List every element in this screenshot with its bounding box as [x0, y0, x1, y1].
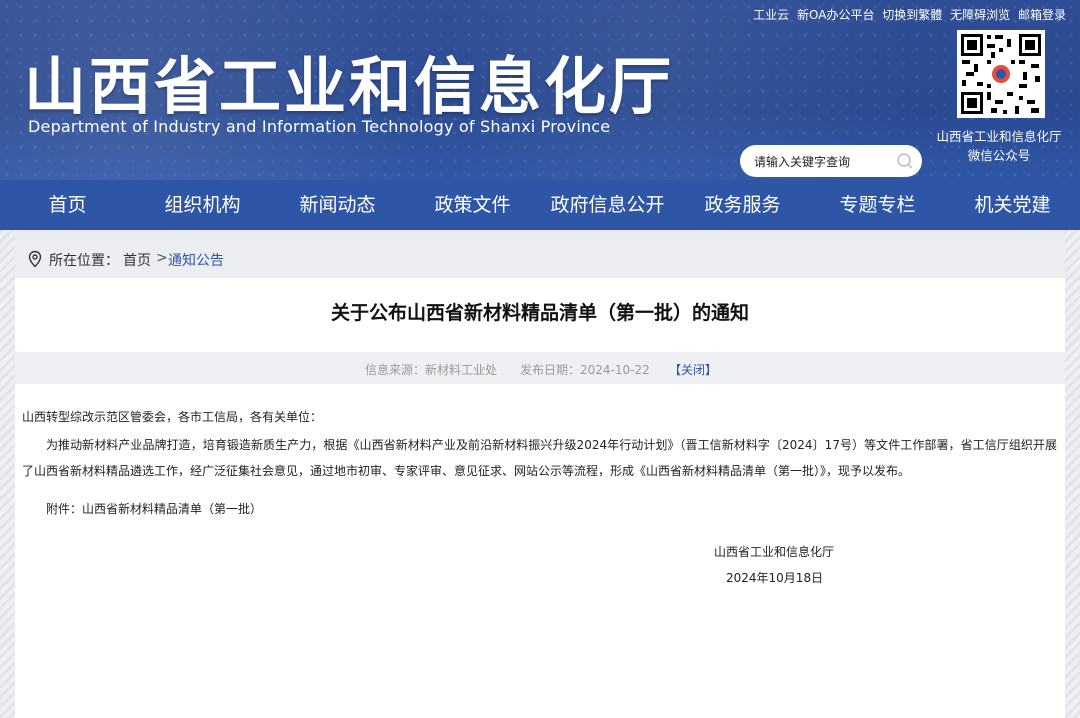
article-meta-bar: 信息来源：新材料工业处 发布日期：2024-10-22 【关闭】 — [15, 352, 1065, 384]
main-nav: 首页 组织机构 新闻动态 政策文件 政府信息公开 政务服务 专题专栏 机关党建 — [0, 180, 1080, 230]
signature-date: 2024年10月18日 — [726, 571, 824, 585]
top-link-oa[interactable]: 新OA办公平台 — [797, 8, 874, 22]
nav-item-policy[interactable]: 政策文件 — [405, 180, 540, 230]
qr-caption-wechat: 微信公众号 — [967, 148, 1031, 163]
signature-org: 山西省工业和信息化厅 — [714, 545, 835, 559]
article-panel: 关于公布山西省新材料精品清单（第一批）的通知 信息来源：新材料工业处 发布日期：… — [15, 278, 1065, 718]
breadcrumb-separator: > — [156, 250, 168, 266]
article-title: 关于公布山西省新材料精品清单（第一批）的通知 — [330, 302, 749, 324]
top-link-accessibility[interactable]: 无障碍浏览 — [950, 8, 1010, 22]
top-link-traditional[interactable]: 切换到繁體 — [882, 8, 942, 22]
search-input[interactable] — [752, 152, 896, 172]
nav-item-gov-info[interactable]: 政府信息公开 — [540, 180, 675, 230]
right-decor-stripe — [1065, 230, 1080, 718]
nav-item-party[interactable]: 机关党建 — [945, 180, 1080, 230]
nav-item-organization[interactable]: 组织机构 — [135, 180, 270, 230]
site-title[interactable]: 山西省工业和信息化厅 — [24, 36, 674, 126]
breadcrumb-home-link[interactable]: 首页 — [123, 250, 151, 270]
article-paragraph: 为推动新材料产业品牌打造，培育锻造新质生产力，根据《山西省新材料产业及前沿新材料… — [22, 438, 1057, 478]
nav-item-topics[interactable]: 专题专栏 — [810, 180, 945, 230]
article-attachment[interactable]: 附件：山西省新材料精品清单（第一批） — [46, 500, 262, 517]
nav-item-news[interactable]: 新闻动态 — [270, 180, 405, 230]
search-box — [740, 145, 922, 177]
site-header: 工业云 新OA办公平台 切换到繁體 无障碍浏览 邮箱登录 山西省工业和信息化厅 … — [0, 0, 1080, 180]
location-pin-icon — [28, 250, 42, 268]
article-source: 信息来源：新材料工业处 — [365, 363, 498, 377]
top-link-mail-login[interactable]: 邮箱登录 — [1018, 8, 1066, 22]
left-decor-stripe — [0, 230, 15, 718]
breadcrumb-current-link[interactable]: 通知公告 — [168, 250, 224, 270]
nav-item-services[interactable]: 政务服务 — [675, 180, 810, 230]
breadcrumb: 所在位置： 首页 > 通知公告 — [15, 240, 1065, 278]
qr-caption-org: 山西省工业和信息化厅 — [936, 129, 1062, 144]
nav-item-home[interactable]: 首页 — [0, 180, 135, 230]
site-subtitle: Department of Industry and Information T… — [28, 117, 611, 136]
breadcrumb-label: 所在位置： — [49, 253, 119, 269]
search-icon[interactable] — [896, 152, 914, 170]
top-link-industry-cloud[interactable]: 工业云 — [753, 8, 789, 22]
article-greeting: 山西转型综改示范区管委会，各市工信局，各有关单位： — [22, 410, 323, 424]
top-links: 工业云 新OA办公平台 切换到繁體 无障碍浏览 邮箱登录 — [749, 6, 1066, 23]
close-button[interactable]: 【关闭】 — [669, 361, 717, 378]
qr-caption: 山西省工业和信息化厅 微信公众号 — [924, 127, 1074, 165]
article-publish-date: 发布日期：2024-10-22 — [520, 363, 650, 377]
wechat-qr-code — [957, 30, 1045, 118]
qr-code-icon — [957, 30, 1045, 118]
